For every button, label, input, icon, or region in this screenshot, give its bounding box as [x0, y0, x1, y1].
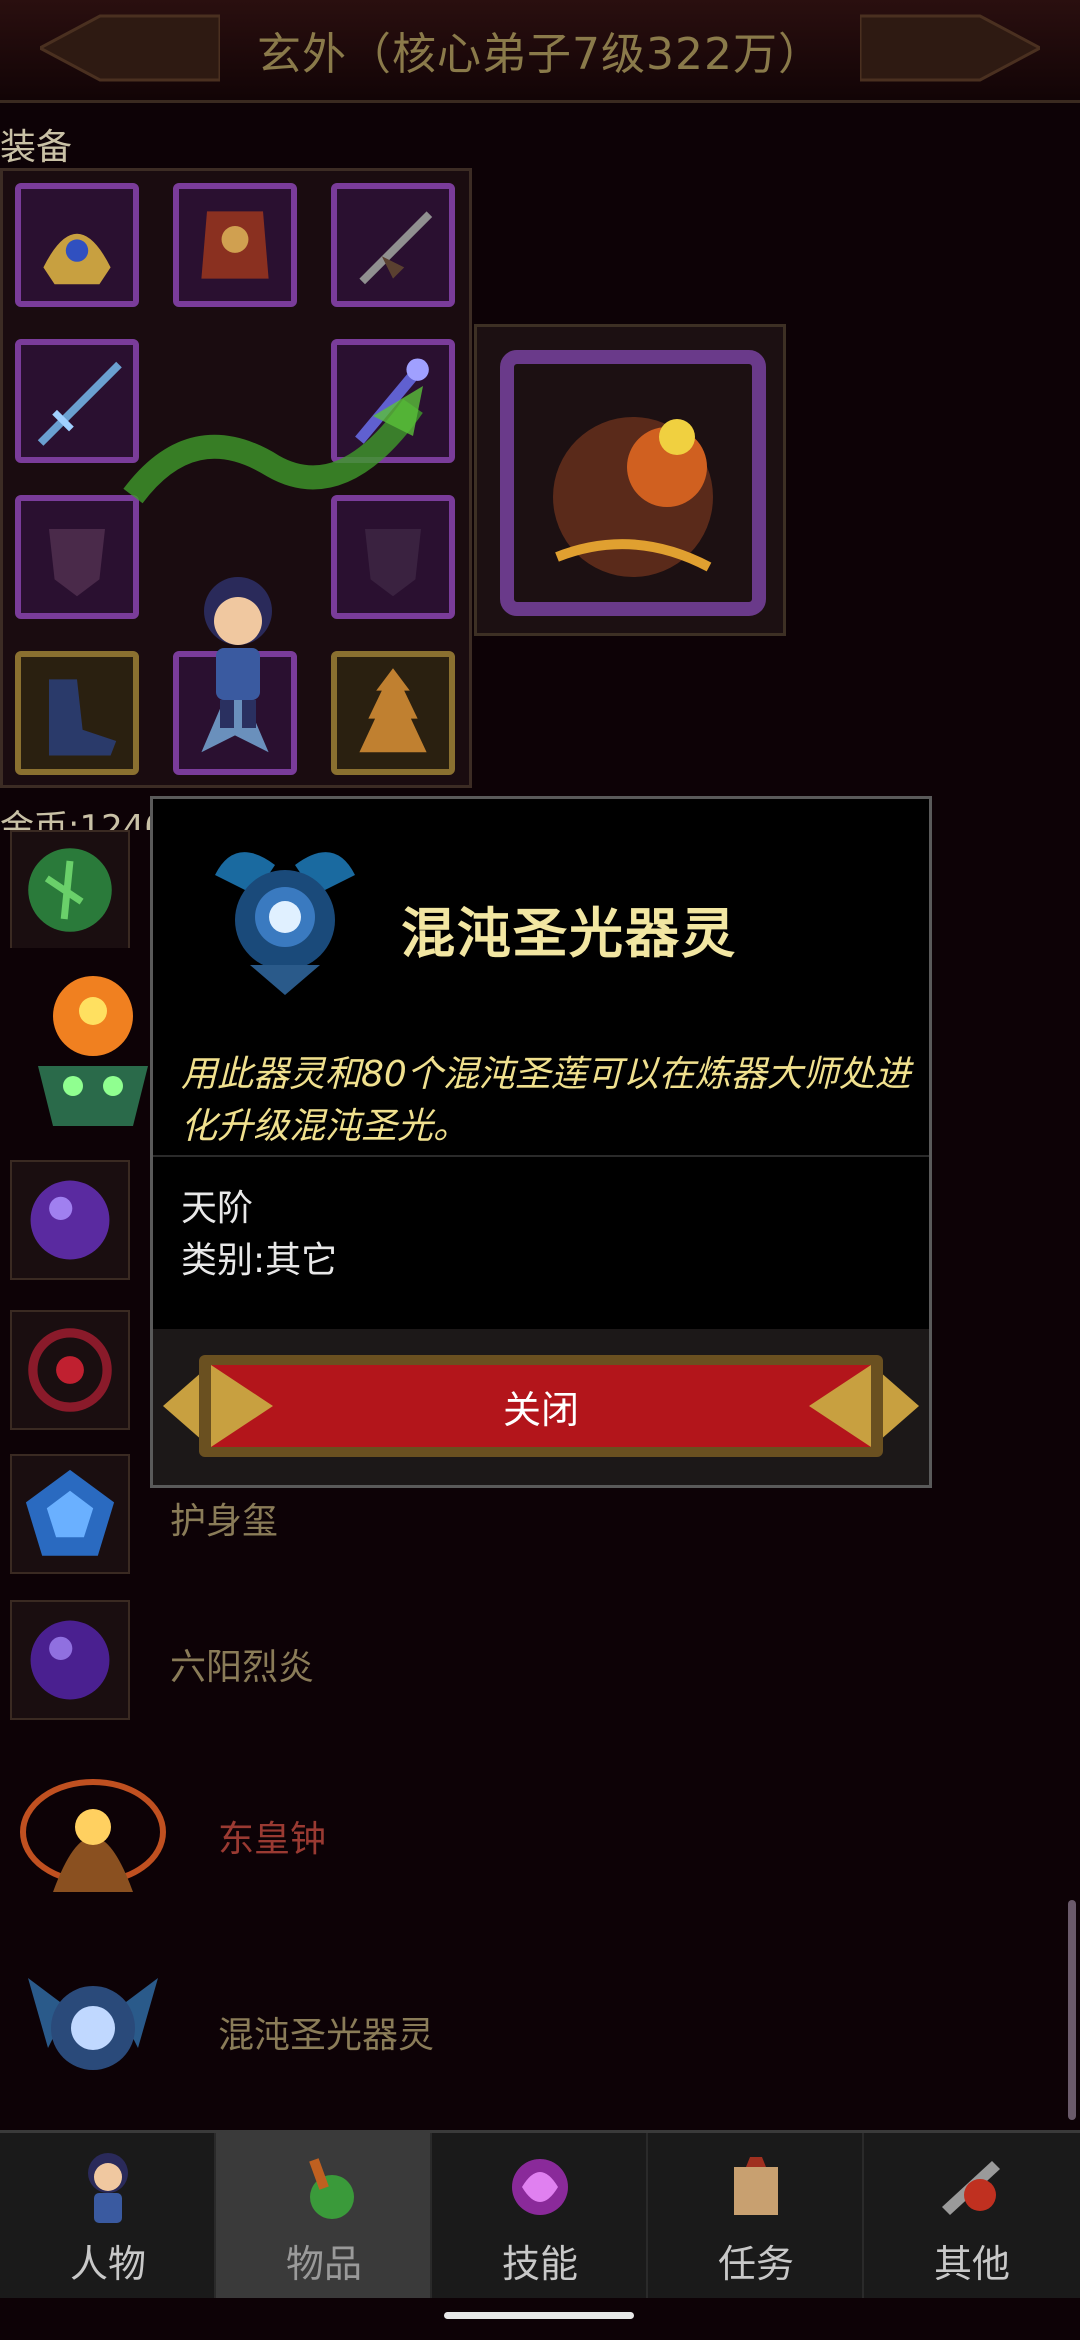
spirit-artifact-icon [215, 852, 355, 995]
blade-icon [359, 211, 433, 285]
character-icon [88, 2153, 128, 2223]
character-title: 玄外（核心弟子7级322万） [257, 29, 823, 80]
blue-crystal-icon [10, 1454, 130, 1574]
item-detail-dialog: 混沌圣光器灵 用此器灵和80个混沌圣莲可以在炼器大师处进化升级混沌圣光。 天阶 … [150, 796, 932, 1488]
list-item-label: 护身玺 [170, 1501, 279, 1542]
character-avatar [204, 577, 272, 728]
equip-slot-helmet[interactable] [15, 183, 139, 307]
tab-label: 技能 [501, 2242, 578, 2286]
bottom-tab-bar: 人物 物品 技能 任务 其他 [0, 2130, 1080, 2298]
list-item[interactable]: 六阳烈炎 [0, 1588, 1070, 1737]
armor-icon [201, 211, 269, 279]
item-grade: 天阶 [181, 1188, 254, 1229]
boots-icon [49, 679, 117, 756]
equipment-label: 装备 [0, 127, 73, 168]
tab-other[interactable]: 其他 [864, 2133, 1080, 2298]
equipment-panel [0, 168, 472, 788]
list-item[interactable]: 混沌圣光器灵 [0, 1930, 1070, 2126]
spirit-artifact-icon [500, 350, 766, 616]
close-button[interactable]: 关闭 [163, 1351, 919, 1461]
scrollbar[interactable] [1068, 1900, 1076, 2120]
equip-slot-weapon[interactable] [331, 183, 455, 307]
tab-label: 任务 [717, 2242, 794, 2286]
tab-label: 其他 [933, 2242, 1010, 2286]
equip-slot-pagoda[interactable] [331, 651, 455, 775]
tab-label: 人物 [69, 2242, 146, 2286]
helmet-icon [43, 233, 111, 285]
tab-quest[interactable]: 任务 [648, 2133, 864, 2298]
pagoda-icon [359, 668, 427, 753]
equip-slot-boots[interactable] [15, 651, 139, 775]
other-icon [942, 2161, 1000, 2215]
spirit-icon [28, 1978, 158, 2070]
tab-character[interactable]: 人物 [0, 2133, 216, 2298]
red-rune-icon [10, 1310, 130, 1430]
divider [153, 1155, 929, 1157]
items-icon [309, 2158, 354, 2219]
list-item[interactable]: 东皇钟 [0, 1734, 1070, 1933]
dialog-description: 用此器灵和80个混沌圣莲可以在炼器大师处进化升级混沌圣光。 [181, 1054, 911, 1147]
home-indicator[interactable] [444, 2312, 634, 2319]
item-category: 类别:其它 [181, 1240, 338, 1281]
purple-orb-icon [10, 1160, 130, 1280]
tab-items[interactable]: 物品 [216, 2133, 432, 2298]
dialog-footer: 关闭 [153, 1329, 929, 1485]
tab-skills[interactable]: 技能 [432, 2133, 648, 2298]
tab-label: 物品 [285, 2242, 362, 2286]
dragon-pet-icon [123, 386, 423, 504]
top-bar: 玄外（核心弟子7级322万） [0, 0, 1080, 103]
dialog-title: 混沌圣光器灵 [401, 902, 737, 965]
quest-icon [734, 2157, 778, 2215]
close-button-label: 关闭 [502, 1388, 579, 1432]
skills-icon [512, 2159, 568, 2215]
list-item-label: 东皇钟 [218, 1819, 327, 1860]
list-item-label: 六阳烈炎 [170, 1647, 315, 1688]
purple-flame-orb-icon [10, 1600, 130, 1720]
spirit-artifact-slot[interactable] [474, 324, 786, 636]
bell-icon [20, 1779, 166, 1892]
equip-slot-armor[interactable] [173, 183, 297, 307]
green-orb-icon [10, 830, 130, 950]
list-item-label: 混沌圣光器灵 [218, 2015, 435, 2056]
